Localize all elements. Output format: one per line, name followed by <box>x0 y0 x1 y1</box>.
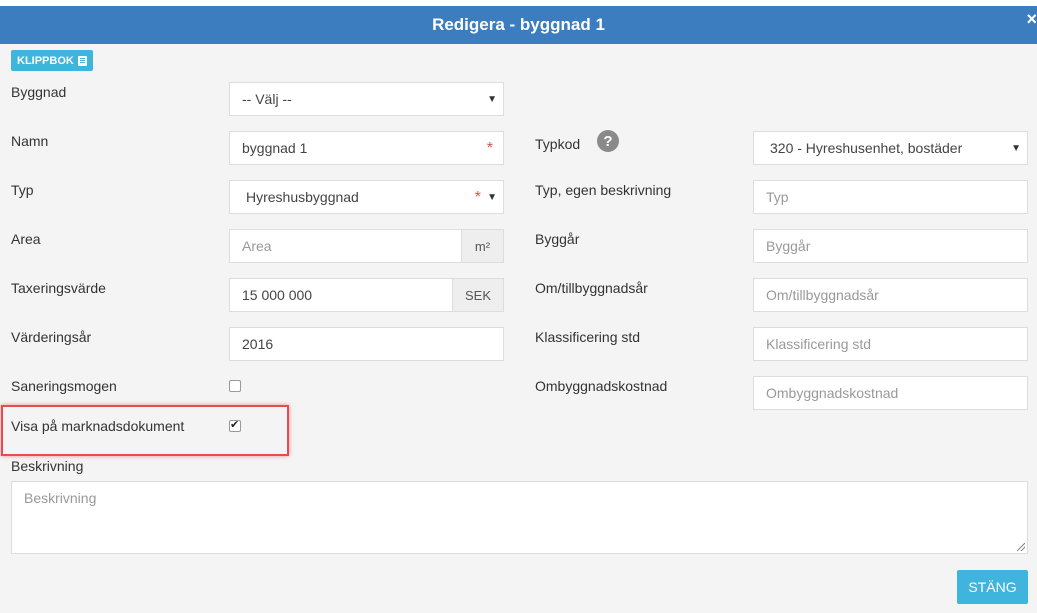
close-button[interactable]: STÄNG <box>957 570 1028 604</box>
ombyggnadskostnad-label: Ombyggnadskostnad <box>535 378 668 394</box>
modal-title: Redigera - byggnad 1 <box>432 15 605 34</box>
varderingsar-input-value: 2016 <box>242 336 274 352</box>
byggar-placeholder: Byggår <box>766 238 811 254</box>
required-marker: * <box>486 140 493 157</box>
typ-egen-input[interactable]: Typ <box>753 180 1028 214</box>
typ-egen-label: Typ, egen beskrivning <box>535 182 672 198</box>
om-tillbyggnadsar-input[interactable]: Om/tillbyggnadsår <box>753 278 1028 312</box>
close-icon[interactable]: × <box>1026 10 1037 28</box>
resize-handle-icon[interactable] <box>1017 543 1025 551</box>
byggnad-label: Byggnad <box>11 84 67 100</box>
varderingsar-input[interactable]: 2016 <box>229 327 504 361</box>
clipboard-button-label: KLIPPBOK <box>17 54 74 67</box>
currency-addon: SEK <box>452 278 504 312</box>
modal-header: Redigera - byggnad 1 × <box>0 6 1037 44</box>
visa-marknadsdokument-checkbox[interactable] <box>229 418 241 432</box>
beskrivning-textarea[interactable]: Beskrivning <box>11 481 1028 554</box>
typ-label: Typ <box>11 182 34 198</box>
namn-label: Namn <box>11 133 49 149</box>
book-icon <box>77 55 87 66</box>
modal-body: KLIPPBOK Byggnad -- Välj -- ▼ Namn byggn… <box>0 44 1037 613</box>
om-tillbyggnadsar-label: Om/tillbyggnadsår <box>535 280 648 296</box>
area-unit-addon: m² <box>461 229 504 263</box>
area-input-placeholder: Area <box>242 238 272 254</box>
typ-select[interactable]: Hyreshusbyggnad * ▼ <box>229 180 504 214</box>
byggnad-select-value: -- Välj -- <box>242 91 292 107</box>
taxeringsvarde-input-value: 15 000 000 <box>242 287 313 303</box>
beskrivning-label: Beskrivning <box>11 458 84 474</box>
typ-select-value: Hyreshusbyggnad <box>246 189 359 205</box>
chevron-down-icon: ▼ <box>487 192 497 203</box>
klassificering-label: Klassificering std <box>535 329 641 345</box>
typkod-select-value: 320 - Hyreshusenhet, bostäder <box>770 140 963 156</box>
om-tillbyggnadsar-placeholder: Om/tillbyggnadsår <box>766 287 879 303</box>
byggar-label: Byggår <box>535 231 580 247</box>
visa-marknadsdokument-label: Visa på marknadsdokument <box>11 418 185 434</box>
beskrivning-placeholder: Beskrivning <box>24 490 97 506</box>
clipboard-button[interactable]: KLIPPBOK <box>11 50 93 71</box>
typkod-select[interactable]: 320 - Hyreshusenhet, bostäder ▼ <box>753 131 1028 165</box>
varderingsar-label: Värderingsår <box>11 329 92 345</box>
klassificering-placeholder: Klassificering std <box>766 336 872 352</box>
namn-input-value: byggnad 1 <box>242 140 308 156</box>
area-input[interactable]: Area <box>229 229 462 263</box>
help-icon[interactable]: ? <box>597 130 619 152</box>
ombyggnadskostnad-input[interactable]: Ombyggnadskostnad <box>753 376 1028 410</box>
saneringsmogen-checkbox[interactable] <box>229 380 241 392</box>
required-marker: * <box>474 189 481 206</box>
chevron-down-icon: ▼ <box>487 94 497 105</box>
taxeringsvarde-input[interactable]: 15 000 000 <box>229 278 453 312</box>
typkod-label: Typkod <box>535 136 581 152</box>
typ-egen-placeholder: Typ <box>766 189 789 205</box>
namn-input[interactable]: byggnad 1 * <box>229 131 504 165</box>
byggar-input[interactable]: Byggår <box>753 229 1028 263</box>
area-label: Area <box>11 231 41 247</box>
saneringsmogen-label: Saneringsmogen <box>11 378 117 394</box>
taxeringsvarde-label: Taxeringsvärde <box>11 280 106 296</box>
klassificering-input[interactable]: Klassificering std <box>753 327 1028 361</box>
ombyggnadskostnad-placeholder: Ombyggnadskostnad <box>766 385 899 401</box>
byggnad-select[interactable]: -- Välj -- ▼ <box>229 82 504 116</box>
chevron-down-icon: ▼ <box>1011 143 1021 154</box>
